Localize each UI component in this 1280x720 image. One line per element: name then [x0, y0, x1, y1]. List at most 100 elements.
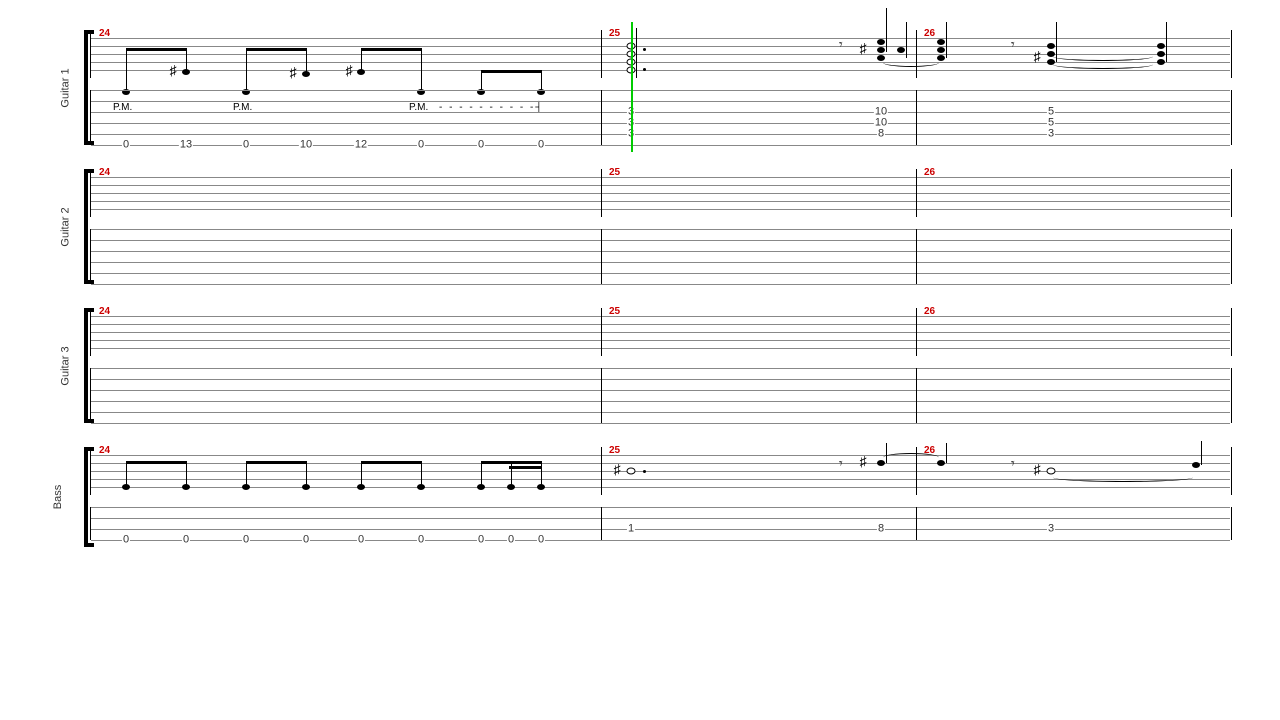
- tab-fret[interactable]: 0: [417, 535, 425, 546]
- note[interactable]: [507, 484, 515, 490]
- barline: [1231, 308, 1232, 356]
- tab-fret[interactable]: 0: [357, 535, 365, 546]
- measure-number: 24: [99, 167, 110, 178]
- sharp-icon: ♯: [614, 463, 621, 479]
- tab-fret[interactable]: 3: [1047, 524, 1055, 535]
- note[interactable]: [302, 71, 310, 77]
- barline: [1231, 90, 1232, 145]
- tab-fret[interactable]: 0: [302, 535, 310, 546]
- note[interactable]: [357, 484, 365, 490]
- rest-icon: 𝄾: [1011, 38, 1015, 54]
- system-bracket-icon: [84, 447, 88, 547]
- note[interactable]: [537, 484, 545, 490]
- chord-note[interactable]: [937, 55, 945, 61]
- barline: [1231, 368, 1232, 423]
- track-guitar-1: Guitar 1 24 25 26 ♯: [60, 30, 1230, 145]
- tab-fret[interactable]: 3: [1047, 129, 1055, 140]
- note[interactable]: [1192, 462, 1200, 468]
- barline: [1231, 229, 1232, 284]
- barline: [916, 368, 917, 423]
- measure-number: 25: [609, 28, 620, 39]
- note[interactable]: [417, 484, 425, 490]
- track-bass: Bass 24 25 26: [60, 447, 1230, 547]
- tab-fret[interactable]: 0: [122, 535, 130, 546]
- chord-note[interactable]: [877, 39, 885, 45]
- note[interactable]: [182, 484, 190, 490]
- tab-fret[interactable]: 0: [537, 535, 545, 546]
- barline: [1231, 30, 1232, 78]
- chord-note[interactable]: [877, 47, 885, 53]
- tab-fret[interactable]: 0: [537, 140, 545, 151]
- tab-fret[interactable]: 10: [299, 140, 313, 151]
- rest-icon: 𝄾: [839, 38, 843, 54]
- measure-number: 24: [99, 28, 110, 39]
- beam: [246, 461, 306, 464]
- note[interactable]: [242, 484, 250, 490]
- measure-number: 25: [609, 306, 620, 317]
- track-guitar-2: Guitar 2 24 25 26: [60, 169, 1230, 284]
- note[interactable]: [937, 460, 945, 466]
- beam: [126, 461, 186, 464]
- chord-note[interactable]: [1157, 43, 1165, 49]
- tab-fret[interactable]: 0: [477, 535, 485, 546]
- tab-fret[interactable]: 8: [877, 524, 885, 535]
- track-label: Bass: [52, 485, 64, 509]
- barline: [601, 229, 602, 284]
- tab-fret[interactable]: 0: [417, 140, 425, 151]
- note[interactable]: [357, 69, 365, 75]
- chord-note[interactable]: [897, 47, 905, 53]
- chord-note[interactable]: [1047, 43, 1055, 49]
- notation-staff[interactable]: 24 25 26: [90, 308, 1230, 356]
- tab-fret[interactable]: 0: [507, 535, 515, 546]
- measure-number: 26: [924, 167, 935, 178]
- notation-staff[interactable]: 24 25 26: [90, 169, 1230, 217]
- tab-fret[interactable]: 0: [242, 140, 250, 151]
- measure-number: 25: [609, 445, 620, 456]
- beam: [509, 466, 541, 469]
- tab-staff[interactable]: 0 13 0 10 12 0 0 0 3 3 3 10 10 8 5 5 3: [90, 90, 1230, 145]
- notation-staff[interactable]: 24 25 26 ♯ ♯: [90, 30, 1230, 78]
- system-bracket-icon: [84, 169, 88, 284]
- barline: [916, 169, 917, 217]
- tab-fret[interactable]: 8: [877, 129, 885, 140]
- tab-fret[interactable]: 0: [477, 140, 485, 151]
- measure-number: 25: [609, 167, 620, 178]
- tab-fret[interactable]: 0: [242, 535, 250, 546]
- tie-icon: [883, 58, 939, 67]
- tab-fret[interactable]: 13: [179, 140, 193, 151]
- barline: [916, 308, 917, 356]
- beam: [361, 461, 421, 464]
- tie-icon: [883, 453, 939, 462]
- chord-note[interactable]: [1157, 59, 1165, 65]
- duration-dot-icon: [643, 68, 646, 71]
- barline: [1231, 169, 1232, 217]
- note[interactable]: [302, 484, 310, 490]
- chord-note[interactable]: [1157, 51, 1165, 57]
- duration-dot-icon: [643, 48, 646, 51]
- sharp-icon: ♯: [860, 455, 867, 471]
- tab-fret[interactable]: 0: [122, 140, 130, 151]
- barline: [916, 507, 917, 540]
- tie-icon: [1053, 473, 1193, 482]
- playhead-cursor[interactable]: [631, 22, 633, 152]
- tab-fret[interactable]: 0: [182, 535, 190, 546]
- chord-note[interactable]: [937, 39, 945, 45]
- barline: [916, 229, 917, 284]
- barline: [601, 507, 602, 540]
- tab-fret[interactable]: 1: [627, 524, 635, 535]
- sharp-icon: ♯: [290, 66, 297, 82]
- tab-staff[interactable]: [90, 368, 1230, 423]
- tie-icon: [1053, 52, 1153, 61]
- note[interactable]: [477, 484, 485, 490]
- tab-staff[interactable]: 0 0 0 0 0 0 0 0 0 1 8 3: [90, 507, 1230, 540]
- notation-staff[interactable]: 24 25 26: [90, 447, 1230, 495]
- note[interactable]: [182, 69, 190, 75]
- note[interactable]: [122, 484, 130, 490]
- tie-icon: [1053, 60, 1153, 69]
- rest-icon: 𝄾: [1011, 457, 1015, 473]
- system-bracket-icon: [84, 30, 88, 145]
- note[interactable]: [627, 468, 636, 475]
- tab-fret[interactable]: 12: [354, 140, 368, 151]
- tab-staff[interactable]: [90, 229, 1230, 284]
- chord-note[interactable]: [937, 47, 945, 53]
